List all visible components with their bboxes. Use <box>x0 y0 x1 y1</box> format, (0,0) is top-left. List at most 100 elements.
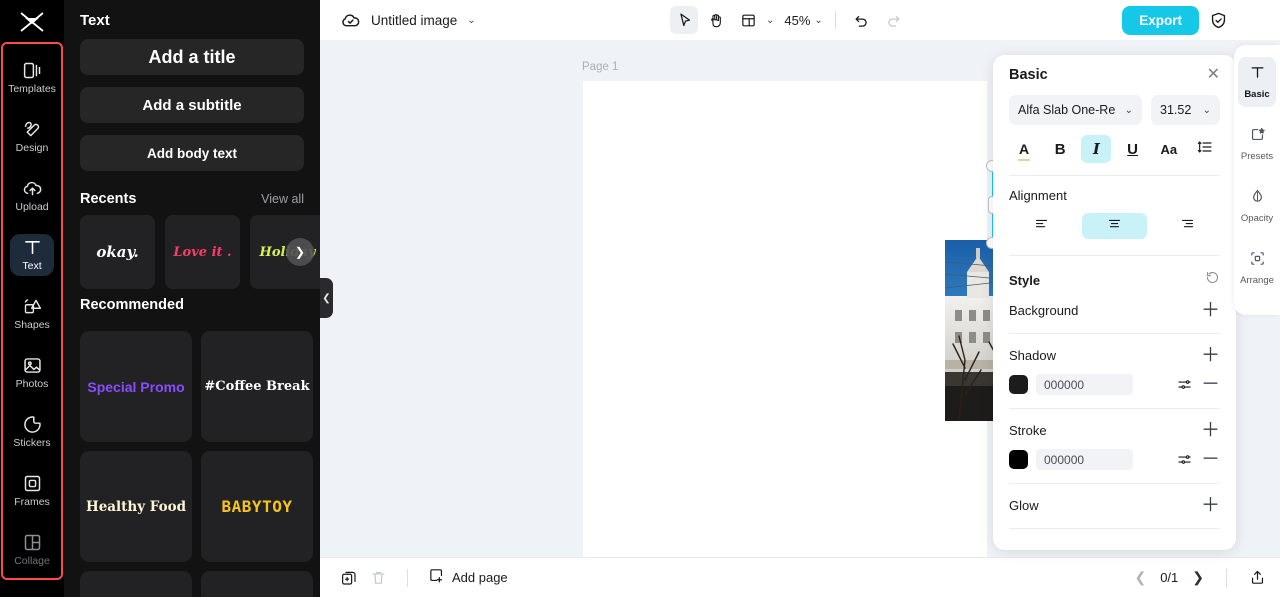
right-tab-rail: Basic Presets <box>1234 45 1280 315</box>
chevron-right-icon[interactable]: ❯ <box>286 238 314 266</box>
top-toolbar: Untitled image ⌄ ⌄ 45% ⌄ <box>320 0 1280 40</box>
sidebar-item-label: Templates <box>8 84 56 95</box>
stroke-hex-input[interactable]: 000000 <box>1036 449 1133 470</box>
shadow-add-plus-icon[interactable]: ＋ <box>1201 346 1220 365</box>
add-a-subtitle-button[interactable]: Add a subtitle <box>80 87 304 123</box>
text-color-button[interactable]: A <box>1009 135 1039 163</box>
recommended-card-label: #Coffee Break <box>204 379 309 394</box>
stroke-color-row: 000000 － <box>993 440 1236 470</box>
stroke-remove-minus-icon[interactable]: － <box>1201 450 1220 469</box>
tab-label: Arrange <box>1240 276 1274 286</box>
sidebar-item-frames[interactable]: Frames <box>0 461 64 520</box>
duplicate-page-icon[interactable] <box>340 569 358 587</box>
recent-card[interactable]: okay. <box>80 215 155 289</box>
recent-card-label: okay. <box>96 243 138 261</box>
shadow-settings-sliders-icon[interactable] <box>1176 377 1193 392</box>
select-tool-button[interactable] <box>670 6 698 34</box>
page-counter: 0/1 <box>1160 570 1178 585</box>
align-right-button[interactable] <box>1155 213 1220 239</box>
sidebar-item-design[interactable]: Design <box>0 107 64 166</box>
recent-card[interactable]: Love it . <box>165 215 240 289</box>
topbar-right: Export <box>1122 0 1228 40</box>
sidebar-item-label: Photos <box>16 379 49 390</box>
italic-button[interactable]: I <box>1081 135 1111 163</box>
chevron-left-icon: ❮ <box>322 293 330 304</box>
zoom-level: 45% <box>784 13 810 28</box>
recommended-card[interactable]: Healthy Food <box>80 451 192 562</box>
sidebar-item-templates[interactable]: Templates <box>0 48 64 107</box>
trash-icon[interactable] <box>370 569 387 586</box>
tab-label: Presets <box>1241 152 1273 162</box>
sidebar-item-collage[interactable]: Collage <box>0 520 64 579</box>
glow-add-plus-icon[interactable]: ＋ <box>1201 496 1220 515</box>
templates-icon <box>22 60 43 81</box>
shapes-icon <box>22 296 43 317</box>
photos-image-icon <box>22 355 43 376</box>
undo-button[interactable] <box>848 6 876 34</box>
tab-presets[interactable]: Presets <box>1234 113 1280 175</box>
layout-tool-button[interactable] <box>734 6 762 34</box>
sidebar-item-shapes[interactable]: Shapes <box>0 284 64 343</box>
tab-opacity[interactable]: Opacity <box>1234 175 1280 237</box>
bold-button[interactable]: B <box>1045 135 1075 163</box>
recents-view-all-link[interactable]: View all <box>261 192 304 206</box>
redo-button[interactable] <box>880 6 908 34</box>
layout-chevron-down-icon[interactable]: ⌄ <box>766 15 774 26</box>
shield-check-icon[interactable] <box>1209 11 1228 30</box>
next-page-chevron-right-icon[interactable]: ❯ <box>1192 569 1204 586</box>
font-family-select[interactable]: Alfa Slab One-Re ⌄ <box>1009 95 1142 125</box>
underline-glyph: U <box>1127 141 1138 158</box>
upload-share-icon[interactable] <box>1249 569 1266 586</box>
panel-collapse-handle[interactable]: ❮ <box>320 278 333 318</box>
design-icon <box>22 119 43 140</box>
reset-icon[interactable] <box>1205 270 1220 290</box>
stroke-add-plus-icon[interactable]: ＋ <box>1201 421 1220 440</box>
shadow-remove-minus-icon[interactable]: － <box>1201 375 1220 394</box>
align-left-button[interactable] <box>1009 213 1074 239</box>
hand-tool-button[interactable] <box>702 6 730 34</box>
stroke-settings-sliders-icon[interactable] <box>1176 452 1193 467</box>
sidebar-item-label: Frames <box>14 497 50 508</box>
close-icon[interactable]: ✕ <box>1207 67 1220 83</box>
prev-page-chevron-left-icon[interactable]: ❮ <box>1134 569 1146 586</box>
tab-arrange[interactable]: Arrange <box>1234 237 1280 299</box>
bottombar-left: Add page <box>320 567 508 589</box>
chevron-down-icon: ⌄ <box>1203 105 1211 116</box>
sidebar-item-stickers[interactable]: Stickers <box>0 402 64 461</box>
letter-case-button[interactable]: Aa <box>1154 135 1184 163</box>
background-add-plus-icon[interactable]: ＋ <box>1201 301 1220 320</box>
shadow-hex-input[interactable]: 000000 <box>1036 374 1133 395</box>
add-a-title-button[interactable]: Add a title <box>80 39 304 75</box>
sidebar-item-upload[interactable]: Upload <box>0 166 64 225</box>
bottombar-divider <box>407 569 408 587</box>
tab-basic[interactable]: Basic <box>1234 51 1280 113</box>
recommended-card[interactable]: BABYTOY <box>201 451 313 562</box>
export-button[interactable]: Export <box>1122 6 1199 35</box>
shadow-color-swatch[interactable] <box>1009 375 1028 394</box>
alignment-buttons <box>993 203 1236 239</box>
document-title[interactable]: Untitled image <box>371 13 457 28</box>
zoom-chevron-down-icon[interactable]: ⌄ <box>814 15 822 26</box>
sidebar-item-photos[interactable]: Photos <box>0 343 64 402</box>
recommended-card[interactable]: #Coffee Break <box>201 331 313 442</box>
align-center-button[interactable] <box>1082 213 1147 239</box>
sidebar-item-text[interactable]: Text <box>0 225 64 284</box>
underline-button[interactable]: U <box>1118 135 1148 163</box>
recommended-card[interactable] <box>80 571 192 597</box>
line-spacing-button[interactable] <box>1190 135 1220 163</box>
add-body-text-button[interactable]: Add body text <box>80 135 304 171</box>
cloud-saved-icon[interactable] <box>340 11 361 29</box>
capcut-logo-icon[interactable] <box>0 0 64 44</box>
font-size-value: 31.52 <box>1160 103 1191 117</box>
recommended-card[interactable]: Special Promo <box>80 331 192 442</box>
stroke-color-swatch[interactable] <box>1009 450 1028 469</box>
chevron-down-icon[interactable]: ⌄ <box>467 15 475 26</box>
opacity-drop-icon <box>1249 188 1266 210</box>
frames-icon <box>22 473 43 494</box>
add-page-button[interactable]: Add page <box>428 567 508 589</box>
text-panel: Text Add a title Add a subtitle Add body… <box>64 0 320 597</box>
app-root: Templates Design <box>0 0 1280 597</box>
canvas-page[interactable]: ••• okay. <box>583 81 987 557</box>
font-size-select[interactable]: 31.52 ⌄ <box>1151 95 1220 125</box>
recommended-card[interactable] <box>201 571 313 597</box>
